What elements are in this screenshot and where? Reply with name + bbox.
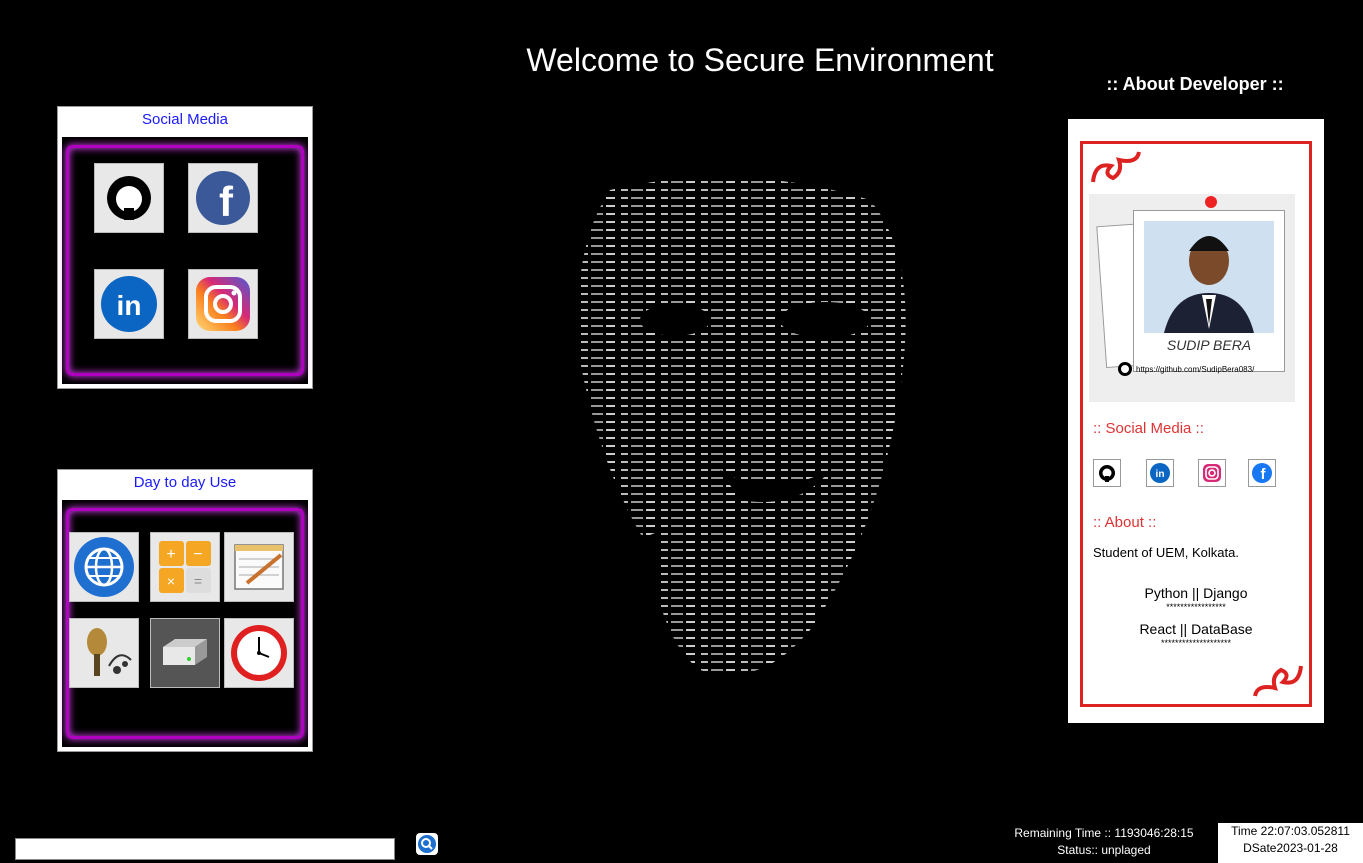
stars-line-2: ******************** [1160,638,1232,648]
about-developer-card: SUDIP BERA https://github.com/SudipBera0… [1068,119,1324,723]
skills-line-2: React || DataBase [1139,621,1253,637]
instagram-small-button[interactable] [1198,459,1226,487]
linkedin-icon: in [1150,463,1170,483]
svg-text:×: × [167,573,175,589]
instagram-icon [196,277,250,331]
svg-text:in: in [117,290,142,321]
drive-button[interactable] [150,618,220,688]
anonymous-mask-image [540,170,940,700]
skills-line-1: Python || Django [1144,585,1248,601]
linkedin-small-button[interactable]: in [1146,459,1174,487]
facebook-button[interactable]: f [188,163,258,233]
search-input[interactable] [15,838,395,860]
time-text: Time 22:07:03.052811 [1231,824,1350,838]
social-media-subheading: :: Social Media :: [1093,420,1204,437]
github-button[interactable] [94,163,164,233]
notepad-icon [234,544,284,590]
corner-ornament-bottom [1253,665,1303,697]
linkedin-icon: in [101,276,157,332]
instagram-button[interactable] [188,269,258,339]
svg-text:+: + [166,546,175,563]
status-panel: Remaining Time :: 1193046:28:15 Status::… [990,825,1218,859]
bio-text: Student of UEM, Kolkata. [1093,545,1239,560]
browser-icon [74,537,134,597]
facebook-small-button[interactable]: f [1248,459,1276,487]
music-icon [87,628,132,676]
github-icon [1099,465,1115,482]
svg-text:−: − [193,546,202,563]
about-subheading: :: About :: [1093,514,1157,531]
svg-text:f: f [219,178,234,225]
github-icon [107,176,151,220]
clock-icon [231,625,287,681]
github-link[interactable]: https://github.com/SudipBera083/ [1117,360,1297,378]
facebook-icon: f [196,171,250,225]
day-to-day-panel: Day to day Use + − × = [57,469,313,752]
status-text: Status:: unplaged [1057,843,1151,857]
photo-name-label: SUDIP BERA [1166,337,1252,353]
calculator-icon: + − × = [159,541,211,593]
music-button[interactable] [69,618,139,688]
svg-text:in: in [1156,469,1165,480]
social-media-title: Social Media [142,111,228,128]
clock-panel: Time 22:07:03.052811 DSate2023-01-28 [1218,823,1363,863]
stars-line-1: ***************** [1166,602,1226,612]
day-to-day-title: Day to day Use [133,474,237,491]
calculator-button[interactable]: + − × = [150,532,220,602]
clock-button[interactable] [224,618,294,688]
github-url: https://github.com/SudipBera083/ [1136,364,1255,374]
social-media-panel: Social Media f in [57,106,313,389]
github-small-button[interactable] [1093,459,1121,487]
browser-button[interactable] [69,532,139,602]
drive-icon [163,639,207,665]
developer-portrait [1164,236,1254,333]
search-button[interactable] [416,833,438,855]
remaining-time: Remaining Time :: 1193046:28:15 [1014,826,1194,840]
linkedin-button[interactable]: in [94,269,164,339]
facebook-icon: f [1252,463,1272,483]
svg-text:=: = [194,573,202,589]
pin-icon [1205,196,1217,208]
developer-photo: SUDIP BERA https://github.com/SudipBera0… [1089,194,1295,402]
about-developer-heading: :: About Developer :: [1106,74,1284,94]
instagram-icon [1203,464,1221,482]
notepad-button[interactable] [224,532,294,602]
github-icon [1118,362,1132,376]
date-text: DSate2023-01-28 [1243,841,1338,855]
corner-ornament-top [1091,151,1141,183]
search-icon [418,835,436,853]
